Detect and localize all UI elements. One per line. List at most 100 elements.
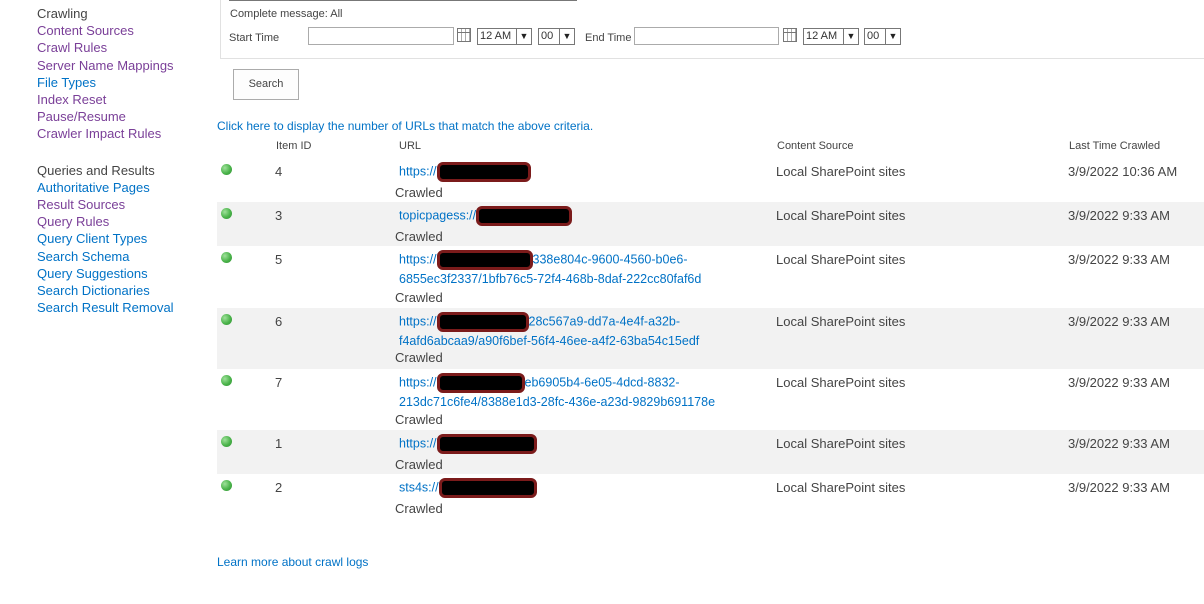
- end-hour-select[interactable]: 12 AM ▼: [803, 28, 859, 45]
- crawl-status: Crawled: [395, 229, 443, 244]
- left-navigation: Crawling Content Sources Crawl Rules Ser…: [37, 5, 212, 316]
- start-time-label: Start Time: [229, 32, 280, 44]
- display-url-count-link[interactable]: Click here to display the number of URLs…: [217, 119, 593, 133]
- nav-server-name-mappings[interactable]: Server Name Mappings: [37, 57, 212, 74]
- url-text: https://: [399, 164, 437, 179]
- nav-file-types[interactable]: File Types: [37, 74, 212, 91]
- success-status-icon: [221, 252, 232, 263]
- item-id: 4: [275, 164, 283, 179]
- nav-heading-crawling: Crawling: [37, 6, 88, 21]
- content-source: Local SharePoint sites: [776, 164, 906, 179]
- content-source: Local SharePoint sites: [776, 436, 906, 451]
- start-date-calendar-icon[interactable]: [457, 28, 471, 42]
- table-row: 5 https:// 338e804c-9600-4560-b0e6- 6855ec…: [217, 246, 1204, 308]
- crawl-status: Crawled: [395, 412, 443, 427]
- table-row: 4 https:// Crawled Local SharePoint site…: [217, 158, 1204, 202]
- url-link[interactable]: https:// eb6905b4-6e05-4dcd-8832- 213dc71c…: [399, 373, 715, 411]
- nav-search-result-removal[interactable]: Search Result Removal: [37, 299, 212, 316]
- item-id: 6: [275, 314, 283, 329]
- url-link[interactable]: topicpagess://: [399, 206, 573, 226]
- start-date-input[interactable]: [308, 27, 454, 45]
- url-text-tail: 28c567a9-dd7a-4e4f-a32b-: [528, 314, 681, 329]
- last-crawled-time: 3/9/2022 9:33 AM: [1068, 436, 1170, 451]
- crawl-status: Crawled: [395, 350, 443, 365]
- nav-pause-resume[interactable]: Pause/Resume: [37, 108, 212, 125]
- last-crawled-time: 3/9/2022 10:36 AM: [1068, 164, 1178, 179]
- content-source: Local SharePoint sites: [776, 208, 906, 223]
- column-header-last-time-crawled: Last Time Crawled: [1069, 140, 1161, 152]
- nav-query-rules[interactable]: Query Rules: [37, 213, 212, 230]
- chevron-down-icon: ▼: [559, 29, 574, 44]
- start-minute-select[interactable]: 00 ▼: [538, 28, 575, 45]
- search-button[interactable]: Search: [233, 69, 299, 100]
- complete-message-filter: Complete message: All: [230, 8, 343, 20]
- crawl-status: Crawled: [395, 290, 443, 305]
- nav-crawler-impact-rules[interactable]: Crawler Impact Rules: [37, 125, 212, 142]
- chevron-down-icon: ▼: [516, 29, 531, 44]
- redaction-mark: [436, 162, 531, 182]
- end-date-input[interactable]: [634, 27, 779, 45]
- url-text-line2: 213dc71c6fe4/8388e1d3-28fc-436e-a23d-982…: [399, 395, 716, 409]
- nav-content-sources[interactable]: Content Sources: [37, 22, 212, 39]
- end-minute-select[interactable]: 00 ▼: [864, 28, 901, 45]
- redaction-mark: [436, 312, 529, 332]
- url-text: sts4s://: [399, 480, 439, 495]
- item-id: 2: [275, 480, 283, 495]
- table-row: 2 sts4s:// Crawled Local SharePoint site…: [217, 474, 1204, 518]
- nav-crawl-rules[interactable]: Crawl Rules: [37, 39, 212, 56]
- crawl-status: Crawled: [395, 185, 443, 200]
- redaction-mark: [436, 373, 525, 393]
- nav-authoritative-pages[interactable]: Authoritative Pages: [37, 179, 212, 196]
- nav-query-client-types[interactable]: Query Client Types: [37, 230, 212, 247]
- start-hour-value: 12 AM: [480, 30, 512, 42]
- success-status-icon: [221, 208, 232, 219]
- nav-search-schema[interactable]: Search Schema: [37, 248, 212, 265]
- last-crawled-time: 3/9/2022 9:33 AM: [1068, 252, 1170, 267]
- nav-search-dictionaries[interactable]: Search Dictionaries: [37, 282, 212, 299]
- success-status-icon: [221, 164, 232, 175]
- table-row: 3 topicpagess:// Crawled Local SharePoin…: [217, 202, 1204, 246]
- end-time-label: End Time: [585, 32, 632, 44]
- crawl-status: Crawled: [395, 457, 443, 472]
- table-row: 1 https:// Crawled Local SharePoint site…: [217, 430, 1204, 474]
- table-row: 7 https:// eb6905b4-6e05-4dcd-8832- 213dc7…: [217, 369, 1204, 430]
- start-minute-value: 00: [541, 30, 554, 42]
- last-crawled-time: 3/9/2022 9:33 AM: [1068, 480, 1170, 495]
- redaction-mark: [436, 434, 537, 454]
- column-header-url: URL: [399, 140, 422, 152]
- content-source: Local SharePoint sites: [776, 314, 906, 329]
- url-text-line2: 6855ec3f2337/1bfb76c5-72f4-468b-8daf-222…: [399, 272, 702, 286]
- table-row: 6 https:// 28c567a9-dd7a-4e4f-a32b-f4afd6…: [217, 308, 1204, 369]
- url-link[interactable]: https:// 28c567a9-dd7a-4e4f-a32b-f4afd6ab…: [399, 312, 699, 350]
- filter-top-divider: [229, 0, 577, 1]
- url-text-tail: eb6905b4-6e05-4dcd-8832-: [524, 375, 680, 390]
- end-date-calendar-icon[interactable]: [783, 28, 797, 42]
- nav-result-sources[interactable]: Result Sources: [37, 196, 212, 213]
- url-link[interactable]: sts4s://: [399, 478, 537, 498]
- nav-query-suggestions[interactable]: Query Suggestions: [37, 265, 212, 282]
- chevron-down-icon: ▼: [885, 29, 900, 44]
- content-source: Local SharePoint sites: [776, 375, 906, 390]
- start-hour-select[interactable]: 12 AM ▼: [477, 28, 532, 45]
- learn-more-crawl-logs-link[interactable]: Learn more about crawl logs: [217, 555, 368, 569]
- url-text-tail: 338e804c-9600-4560-b0e6-: [532, 252, 688, 267]
- redaction-mark: [476, 206, 573, 226]
- success-status-icon: [221, 314, 232, 325]
- item-id: 1: [275, 436, 283, 451]
- url-text: https://: [399, 314, 437, 329]
- url-link[interactable]: https://: [399, 162, 531, 182]
- url-text: topicpagess://: [399, 208, 477, 223]
- nav-index-reset[interactable]: Index Reset: [37, 91, 212, 108]
- item-id: 5: [275, 252, 283, 267]
- success-status-icon: [221, 480, 232, 491]
- last-crawled-time: 3/9/2022 9:33 AM: [1068, 314, 1170, 329]
- content-source: Local SharePoint sites: [776, 480, 906, 495]
- nav-heading-queries: Queries and Results: [37, 162, 155, 178]
- redaction-mark: [438, 478, 537, 498]
- content-source: Local SharePoint sites: [776, 252, 906, 267]
- url-text: https://: [399, 252, 437, 267]
- url-link[interactable]: https:// 338e804c-9600-4560-b0e6- 6855ec3f…: [399, 250, 701, 288]
- last-crawled-time: 3/9/2022 9:33 AM: [1068, 208, 1170, 223]
- url-link[interactable]: https://: [399, 434, 537, 454]
- url-text: https://: [399, 375, 437, 390]
